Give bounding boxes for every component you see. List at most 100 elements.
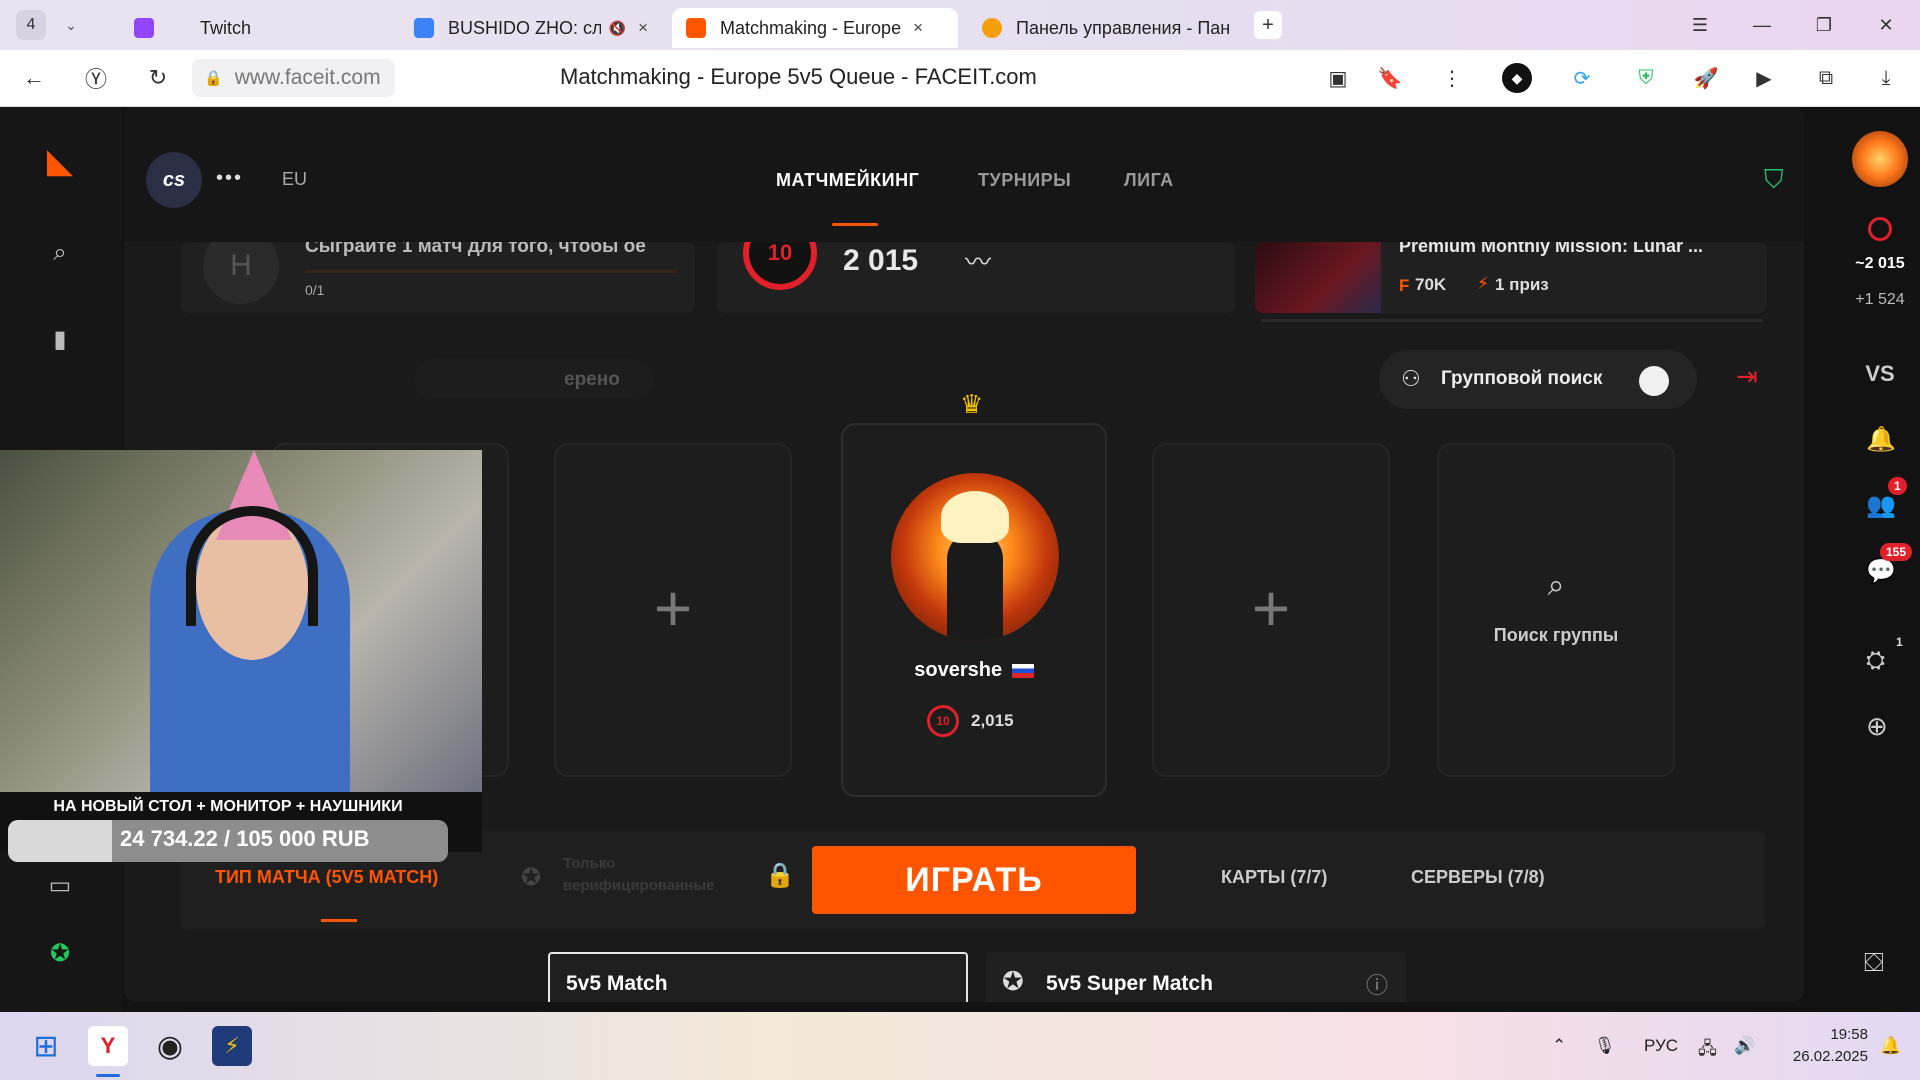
- download-icon[interactable]: ⤓: [1868, 60, 1904, 96]
- mode-5v5-match[interactable]: 5v5 Match: [548, 952, 968, 1002]
- panel-icon: [982, 18, 1002, 38]
- mode-label: 5v5 Super Match: [1046, 972, 1213, 995]
- tab-twitch[interactable]: Twitch: [120, 8, 380, 48]
- yandex-browser-icon[interactable]: Y: [88, 1026, 128, 1066]
- extension-translate-icon[interactable]: ⟳: [1564, 60, 1600, 96]
- volume-icon[interactable]: 🔊: [1734, 1036, 1755, 1056]
- group-search-toggle[interactable]: ⚇ Групповой поиск: [1379, 350, 1697, 409]
- tab-faceit[interactable]: Matchmaking - Europe ×: [672, 8, 958, 48]
- chat-icon[interactable]: 💬: [1866, 557, 1896, 586]
- extension-play-icon[interactable]: ▶: [1746, 60, 1782, 96]
- maps-tab[interactable]: КАРТЫ (7/7): [1221, 867, 1327, 888]
- clock-date[interactable]: 26.02.2025: [1786, 1048, 1868, 1065]
- notifications-icon[interactable]: 🔔: [1880, 1036, 1901, 1056]
- add-player-icon[interactable]: +: [1154, 570, 1388, 646]
- restore-icon[interactable]: ❐: [1806, 10, 1842, 40]
- find-group-slot[interactable]: ⌕ Поиск группы: [1437, 443, 1675, 777]
- tray-chevron-icon[interactable]: ⌃: [1552, 1036, 1566, 1056]
- add-icon[interactable]: ⊕: [1866, 711, 1888, 742]
- close-window-icon[interactable]: ✕: [1868, 10, 1904, 40]
- ranking-icon[interactable]: ▮: [40, 319, 80, 359]
- verified-pill[interactable]: ерено: [414, 359, 654, 399]
- elo-card[interactable]: 10 2 015 〰: [717, 242, 1235, 313]
- tab-counter[interactable]: 4: [16, 10, 46, 40]
- party-icon[interactable]: ⛭: [1866, 647, 1885, 675]
- chevron-down-icon[interactable]: ⌄: [54, 10, 88, 40]
- toggle-knob[interactable]: [1639, 366, 1669, 396]
- party-slot-empty-3[interactable]: +: [1152, 443, 1390, 777]
- close-icon[interactable]: ×: [913, 18, 923, 38]
- extension-rocket-icon[interactable]: 🚀: [1688, 60, 1724, 96]
- extension-puzzle-icon[interactable]: ⧉: [1808, 60, 1844, 96]
- group-search-label: Групповой поиск: [1441, 368, 1603, 389]
- add-player-icon[interactable]: +: [556, 570, 790, 646]
- bell-icon[interactable]: 🔔: [1866, 425, 1896, 454]
- obs-icon[interactable]: ◉: [150, 1026, 190, 1066]
- address-bar: ← Ⓨ ↻ 🔒 www.faceit.com Matchmaking - Eur…: [0, 50, 1920, 107]
- reader-icon[interactable]: ▣: [1320, 60, 1356, 96]
- mission-card[interactable]: H Сыграйте 1 матч для того, чтобы ое 0/1: [181, 242, 695, 313]
- match-type-underline: [321, 919, 357, 922]
- mode-5v5-super-match[interactable]: ✪ 5v5 Super Match ⓘ: [986, 952, 1406, 1002]
- mute-icon[interactable]: 🔇: [609, 20, 626, 37]
- donation-goal: НА НОВЫЙ СТОЛ + МОНИТОР + НАУШНИКИ 24 73…: [0, 792, 482, 862]
- extension-shield-icon[interactable]: ⛨: [1628, 60, 1664, 96]
- faceit-logo-icon[interactable]: ◣: [40, 141, 80, 181]
- minimize-icon[interactable]: —: [1744, 10, 1780, 40]
- faceit-app: ◣ ⌕ ▮ ⛶ ▭ ✪ cs ••• EU МАТЧМЕЙКИНГ ТУРНИР…: [0, 107, 1920, 1012]
- mission-progress-text: 0/1: [305, 282, 325, 298]
- premium-star-icon[interactable]: ✪: [40, 933, 80, 973]
- language-indicator[interactable]: РУС: [1644, 1036, 1678, 1056]
- microphone-icon[interactable]: 🎙: [1594, 1036, 1616, 1056]
- anticheat-shield-icon[interactable]: ⛉: [1764, 164, 1784, 196]
- region-label[interactable]: EU: [282, 169, 307, 190]
- url-field[interactable]: 🔒 www.faceit.com: [192, 59, 395, 97]
- avatar-figure: [947, 531, 1003, 641]
- play-button[interactable]: ИГРАТЬ: [812, 846, 1136, 914]
- url-text: www.faceit.com: [234, 66, 381, 89]
- clock-time[interactable]: 19:58: [1792, 1026, 1868, 1043]
- reload-icon[interactable]: ↻: [136, 56, 180, 100]
- shop-icon[interactable]: ▭: [40, 865, 80, 905]
- tab-label: BUSHIDO ZHO: слуш: [448, 17, 601, 38]
- back-icon[interactable]: ←: [12, 56, 56, 100]
- goal-label: НА НОВЫЙ СТОЛ + МОНИТОР + НАУШНИКИ: [53, 798, 403, 815]
- tab-panel[interactable]: Панель управления - Пан: [968, 8, 1244, 48]
- windows-start-icon[interactable]: ⊞: [26, 1026, 66, 1066]
- info-icon[interactable]: ⓘ: [1366, 968, 1388, 1000]
- friends-icon[interactable]: 👥: [1866, 491, 1896, 520]
- servers-tab[interactable]: СЕРВЕРЫ (7/8): [1411, 867, 1545, 888]
- search-icon[interactable]: ⌕: [40, 233, 80, 273]
- avatar[interactable]: [1852, 131, 1908, 187]
- nav-tournaments[interactable]: ТУРНИРЫ: [978, 170, 1071, 191]
- party-slot-empty-2[interactable]: +: [554, 443, 792, 777]
- app-icon[interactable]: ⚡: [212, 1026, 252, 1066]
- tab-youtube[interactable]: BUSHIDO ZHO: слуш 🔇 ×: [400, 8, 662, 48]
- new-tab-button[interactable]: +: [1254, 11, 1282, 39]
- extension-faceit-icon[interactable]: ◆: [1502, 63, 1532, 93]
- more-icon[interactable]: ⋮: [1434, 60, 1470, 96]
- super-match-star-icon: ✪: [1002, 966, 1024, 996]
- promo-points: 70K: [1415, 275, 1447, 294]
- video-icon: [414, 18, 434, 38]
- cs-game-logo[interactable]: cs: [146, 152, 202, 208]
- twitch-icon: [134, 18, 154, 38]
- party-slot-leader[interactable]: sovershe 10 2,015: [841, 423, 1107, 797]
- close-icon[interactable]: ×: [638, 18, 648, 38]
- more-games-icon[interactable]: •••: [216, 167, 243, 190]
- nav-league[interactable]: ЛИГА: [1124, 170, 1174, 191]
- menu-icon[interactable]: ☰: [1682, 10, 1718, 40]
- verified-only-label[interactable]: Только верифицированные: [563, 853, 731, 897]
- yandex-icon[interactable]: Ⓨ: [74, 56, 118, 100]
- network-icon[interactable]: 🖧: [1698, 1036, 1717, 1065]
- vs-icon[interactable]: VS: [1840, 361, 1920, 387]
- faceit-client-icon[interactable]: ⛋: [1864, 947, 1884, 979]
- nav-matchmaking[interactable]: МАТЧМЕЙКИНГ: [776, 170, 919, 191]
- promo-card[interactable]: Premium Monthly Mission: Lunar ... F 70K…: [1255, 242, 1767, 313]
- match-type-tab[interactable]: ТИП МАТЧА (5V5 MATCH): [215, 867, 438, 888]
- bookmark-icon[interactable]: 🔖: [1372, 60, 1408, 96]
- mode-label: 5v5 Match: [566, 972, 668, 995]
- page-title: Matchmaking - Europe 5v5 Queue - FACEIT.…: [560, 64, 1037, 89]
- leave-party-icon[interactable]: ⇥: [1736, 361, 1758, 392]
- avatar[interactable]: [891, 473, 1059, 641]
